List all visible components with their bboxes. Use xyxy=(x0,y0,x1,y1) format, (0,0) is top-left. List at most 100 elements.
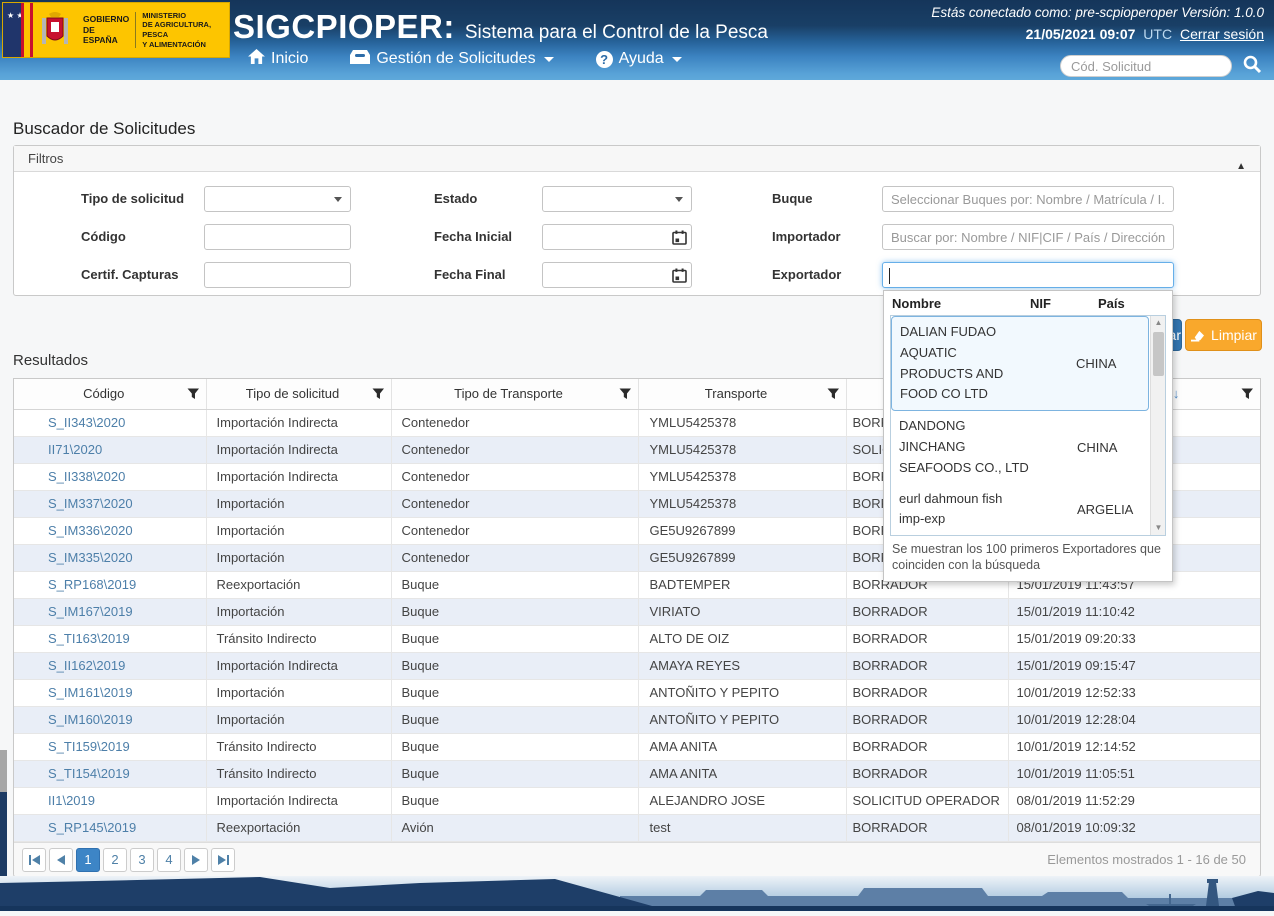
chevron-down-icon xyxy=(675,197,683,202)
exporter-options-list: DALIAN FUDAO AQUATIC PRODUCTS AND FOOD C… xyxy=(890,315,1166,536)
filter-funnel-icon[interactable] xyxy=(827,388,840,403)
cell-codigo: S_II338\2020 xyxy=(14,463,206,490)
tipo-solicitud-select[interactable] xyxy=(204,186,351,212)
filter-funnel-icon[interactable] xyxy=(372,388,385,403)
codigo-link[interactable]: S_TI154\2019 xyxy=(48,766,130,781)
limpiar-button[interactable]: Limpiar xyxy=(1185,319,1262,351)
cell-codigo: S_II343\2020 xyxy=(14,409,206,436)
certif-capturas-input[interactable] xyxy=(205,263,350,287)
table-row[interactable]: S_TI159\2019Tránsito IndirectoBuqueAMA A… xyxy=(14,733,1260,760)
app-title: SIGCPIOPER: xyxy=(233,8,455,46)
estado-select[interactable] xyxy=(542,186,692,212)
estado-label: Estado xyxy=(434,186,542,212)
cell-codigo: II1\2019 xyxy=(14,787,206,814)
codigo-link[interactable]: S_IM161\2019 xyxy=(48,685,133,700)
first-page-button[interactable] xyxy=(22,848,46,872)
prev-page-button[interactable] xyxy=(49,848,73,872)
scroll-up-icon[interactable]: ▲ xyxy=(1151,316,1166,330)
codigo-link[interactable]: S_IM335\2020 xyxy=(48,550,133,565)
cell-codigo: S_IM160\2019 xyxy=(14,706,206,733)
page-button-2[interactable]: 2 xyxy=(103,848,127,872)
table-row[interactable]: S_TI163\2019Tránsito IndirectoBuqueALTO … xyxy=(14,625,1260,652)
codigo-link[interactable]: S_IM160\2019 xyxy=(48,712,133,727)
nav-ayuda[interactable]: ? Ayuda xyxy=(596,50,682,68)
dropdown-col-nif: NIF xyxy=(1030,296,1098,311)
cell-tipo-transporte: Contenedor xyxy=(391,490,638,517)
codigo-link[interactable]: S_TI159\2019 xyxy=(48,739,130,754)
importador-input[interactable] xyxy=(883,225,1173,249)
table-row[interactable]: S_IM160\2019ImportaciónBuqueANTOÑITO Y P… xyxy=(14,706,1260,733)
cell-codigo: S_TI154\2019 xyxy=(14,760,206,787)
cell-tipo-solicitud: Importación xyxy=(206,517,391,544)
table-row[interactable]: S_TI154\2019Tránsito IndirectoBuqueAMA A… xyxy=(14,760,1260,787)
fecha-final-input[interactable] xyxy=(542,262,692,288)
codigo-link[interactable]: S_RP145\2019 xyxy=(48,820,136,835)
page-button-1[interactable]: 1 xyxy=(76,848,100,872)
column-header-transporte[interactable]: Transporte xyxy=(638,379,846,409)
cell-tipo-solicitud: Importación Indirecta xyxy=(206,652,391,679)
scroll-down-icon[interactable]: ▼ xyxy=(1151,521,1166,535)
exporter-option[interactable]: eurl dahmoun fish imp-expARGELIA xyxy=(891,484,1149,536)
exporter-option[interactable]: DALIAN FUDAO AQUATIC PRODUCTS AND FOOD C… xyxy=(891,316,1149,411)
exportador-input[interactable]: Nombre NIF País DALIAN FUDAO AQUATIC PRO… xyxy=(882,262,1174,288)
codigo-input[interactable] xyxy=(205,225,350,249)
codigo-link[interactable]: S_II338\2020 xyxy=(48,469,125,484)
column-header-tipo-transporte[interactable]: Tipo de Transporte xyxy=(391,379,638,409)
codigo-link[interactable]: S_TI163\2019 xyxy=(48,631,130,646)
table-row[interactable]: II1\2019Importación IndirectaBuqueALEJAN… xyxy=(14,787,1260,814)
logout-link[interactable]: Cerrar sesión xyxy=(1180,26,1264,42)
solicitud-search-input[interactable] xyxy=(1071,59,1221,74)
cell-codigo: S_TI163\2019 xyxy=(14,625,206,652)
page-button-4[interactable]: 4 xyxy=(157,848,181,872)
cell-codigo: II71\2020 xyxy=(14,436,206,463)
codigo-link[interactable]: II1\2019 xyxy=(48,793,95,808)
column-header-tipo-solicitud[interactable]: Tipo de solicitud xyxy=(206,379,391,409)
calendar-icon[interactable] xyxy=(672,230,687,248)
nav-gestion-solicitudes[interactable]: Gestión de Solicitudes xyxy=(350,50,553,69)
exporter-option[interactable]: DANDONG JINCHANG SEAFOODS CO., LTDCHINA xyxy=(891,411,1149,483)
cell-tipo-transporte: Contenedor xyxy=(391,409,638,436)
calendar-icon[interactable] xyxy=(672,268,687,286)
dropdown-scrollbar[interactable]: ▲ ▼ xyxy=(1150,316,1165,535)
nav-ayuda-label: Ayuda xyxy=(619,50,664,68)
codigo-link[interactable]: II71\2020 xyxy=(48,442,102,457)
table-row[interactable]: S_II162\2019Importación IndirectaBuqueAM… xyxy=(14,652,1260,679)
nav-inicio[interactable]: Inicio xyxy=(248,49,308,69)
eraser-icon xyxy=(1190,329,1205,342)
page-scrollbar-fragment[interactable] xyxy=(0,750,7,792)
ministerio-label: MINISTERIO DE AGRICULTURA, PESCA Y ALIME… xyxy=(142,11,223,50)
buque-input[interactable] xyxy=(883,187,1173,211)
page-button-3[interactable]: 3 xyxy=(130,848,154,872)
cell-fecha-creacion: 08/01/2019 11:52:29 xyxy=(1008,787,1260,814)
codigo-link[interactable]: S_RP168\2019 xyxy=(48,577,136,592)
fecha-inicial-input[interactable] xyxy=(542,224,692,250)
cell-estado: BORRADOR xyxy=(846,814,1008,841)
scrollbar-thumb[interactable] xyxy=(1153,332,1164,376)
cell-estado: BORRADOR xyxy=(846,679,1008,706)
table-row[interactable]: S_IM161\2019ImportaciónBuqueANTOÑITO Y P… xyxy=(14,679,1260,706)
collapse-icon[interactable]: ▲ xyxy=(1236,154,1246,180)
help-icon: ? xyxy=(596,51,613,68)
next-page-button[interactable] xyxy=(184,848,208,872)
cell-codigo: S_IM335\2020 xyxy=(14,544,206,571)
last-page-button[interactable] xyxy=(211,848,235,872)
codigo-link[interactable]: S_II162\2019 xyxy=(48,658,125,673)
cell-tipo-solicitud: Reexportación xyxy=(206,571,391,598)
cell-tipo-transporte: Buque xyxy=(391,787,638,814)
cell-tipo-transporte: Contenedor xyxy=(391,544,638,571)
codigo-link[interactable]: S_IM167\2019 xyxy=(48,604,133,619)
filter-funnel-icon[interactable] xyxy=(187,388,200,403)
column-header-codigo[interactable]: Código xyxy=(14,379,206,409)
table-row[interactable]: S_RP145\2019ReexportaciónAvióntestBORRAD… xyxy=(14,814,1260,841)
filters-panel-header[interactable]: Filtros ▲ xyxy=(14,146,1260,172)
cell-tipo-solicitud: Importación xyxy=(206,544,391,571)
buque-label: Buque xyxy=(772,186,882,212)
search-icon[interactable] xyxy=(1242,54,1262,79)
codigo-link[interactable]: S_II343\2020 xyxy=(48,415,125,430)
codigo-link[interactable]: S_IM337\2020 xyxy=(48,496,133,511)
solicitud-search-box[interactable] xyxy=(1060,55,1232,77)
table-row[interactable]: S_IM167\2019ImportaciónBuqueVIRIATOBORRA… xyxy=(14,598,1260,625)
codigo-link[interactable]: S_IM336\2020 xyxy=(48,523,133,538)
filter-funnel-icon[interactable] xyxy=(619,388,632,403)
filter-funnel-icon[interactable] xyxy=(1241,388,1254,403)
